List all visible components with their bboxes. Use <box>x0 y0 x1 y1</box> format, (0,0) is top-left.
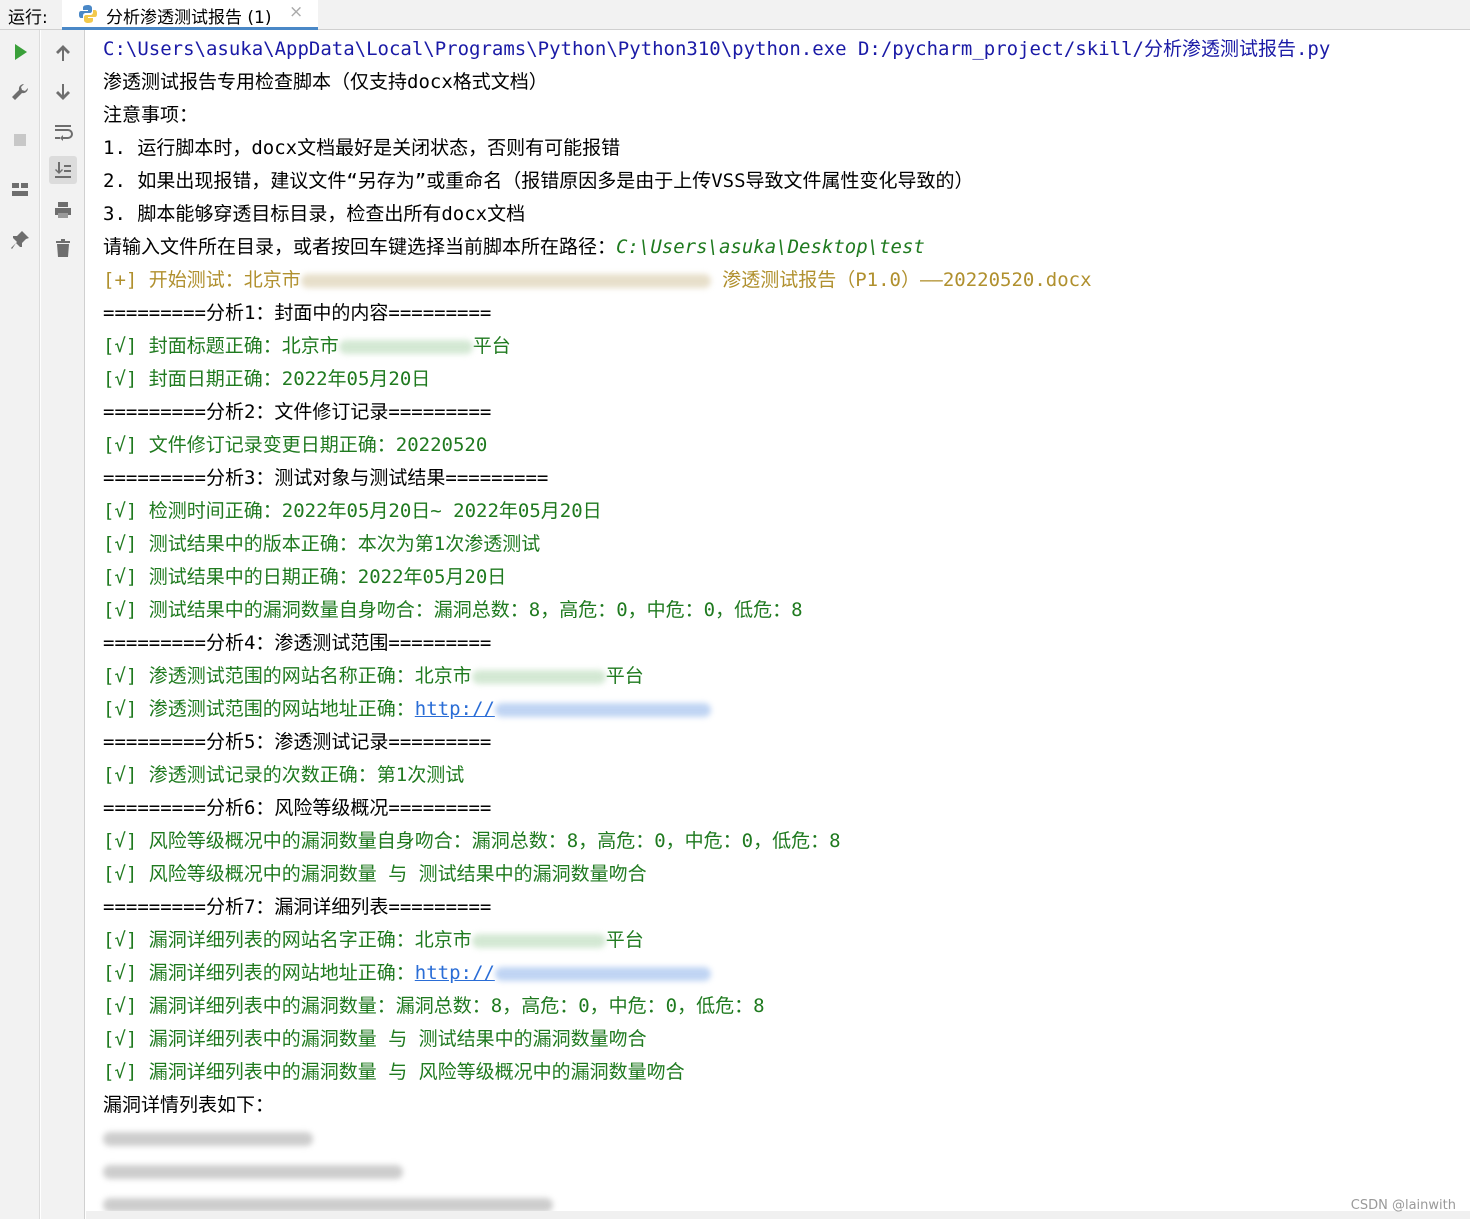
console-line-header: 渗透测试报告专用检查脚本（仅支持docx格式文档） <box>103 71 548 93</box>
redacted-url <box>494 966 711 981</box>
result-cover-title-text: [√] 封面标题正确：北京市 <box>103 335 339 357</box>
list-url-link[interactable]: http:// <box>415 962 495 984</box>
pin-tab-button[interactable] <box>6 226 34 254</box>
section-header-2: =========分析2：文件修订记录========= <box>103 401 492 423</box>
redacted-text <box>300 273 711 288</box>
scroll-to-end-button[interactable] <box>49 156 77 184</box>
section-header-5: =========分析5：渗透测试记录========= <box>103 731 492 753</box>
prompt-input-path: C:\Users\asuka\Desktop\test <box>616 236 925 258</box>
start-prefix: [+] 开始测试：北京市 <box>103 269 301 291</box>
trash-icon <box>56 239 70 257</box>
redacted-text <box>103 1164 403 1179</box>
result-date: [√] 测试结果中的日期正确：2022年05月20日 <box>103 566 507 588</box>
stop-icon <box>14 134 26 146</box>
result-list-match-1: [√] 漏洞详细列表中的漏洞数量 与 测试结果中的漏洞数量吻合 <box>103 1028 647 1050</box>
close-tab-icon[interactable]: × <box>289 2 303 22</box>
edit-config-button[interactable] <box>6 78 34 106</box>
layout-button[interactable] <box>6 176 34 204</box>
redacted-text <box>471 669 606 684</box>
pin-icon <box>11 231 29 249</box>
result-list-url-text: [√] 漏洞详细列表的网站地址正确： <box>103 962 415 984</box>
soft-wrap-button[interactable] <box>49 118 77 146</box>
console-output[interactable]: C:\Users\asuka\AppData\Local\Programs\Py… <box>86 30 1470 1219</box>
arrow-up-icon <box>56 45 70 61</box>
previous-occurrence-button[interactable] <box>49 39 77 67</box>
result-risk-count: [√] 风险等级概况中的漏洞数量自身吻合：漏洞总数：8，高危：0，中危：0，低危… <box>103 830 841 852</box>
result-list-count: [√] 漏洞详细列表中的漏洞数量：漏洞总数：8，高危：0，中危：0，低危：8 <box>103 995 765 1017</box>
result-cover-title: [√] 封面标题正确：北京市 平台 <box>103 330 511 363</box>
section-header-1: =========分析1：封面中的内容========= <box>103 302 492 324</box>
run-label: 运行: <box>8 8 48 28</box>
result-scope-name-text: [√] 渗透测试范围的网站名称正确：北京市 <box>103 665 472 687</box>
redacted-text <box>471 933 606 948</box>
layout-icon <box>12 183 28 196</box>
console-line-start: [+] 开始测试：北京市 渗透测试报告（P1.0）——20220520.docx <box>103 264 1092 297</box>
run-controls-toolbar <box>0 30 40 1219</box>
result-check-time: [√] 检测时间正确：2022年05月20日~ 2022年05月20日 <box>103 500 602 522</box>
result-list-name-tail: 平台 <box>605 929 644 951</box>
rerun-button[interactable] <box>6 38 34 66</box>
print-icon <box>55 202 71 218</box>
horizontal-scrollbar[interactable] <box>86 1211 1470 1219</box>
redacted-text <box>103 1131 313 1146</box>
section-header-4: =========分析4：渗透测试范围========= <box>103 632 492 654</box>
console-actions-toolbar <box>41 30 85 1219</box>
result-list-match-2: [√] 漏洞详细列表中的漏洞数量 与 风险等级概况中的漏洞数量吻合 <box>103 1061 685 1083</box>
section-header-7: =========分析7：漏洞详细列表========= <box>103 896 492 918</box>
scroll-to-end-icon <box>55 162 71 178</box>
section-header-3: =========分析3：测试对象与测试结果========= <box>103 467 549 489</box>
prompt-text: 请输入文件所在目录，或者按回车键选择当前脚本所在路径： <box>103 236 617 258</box>
console-line-note-2: 2. 如果出现报错，建议文件“另存为”或重命名（报错原因多是由于上传VSS导致文… <box>103 170 974 192</box>
result-vuln-count: [√] 测试结果中的漏洞数量自身吻合：漏洞总数：8，高危：0，中危：0，低危：8 <box>103 599 803 621</box>
result-scope-url-text: [√] 渗透测试范围的网站地址正确： <box>103 698 415 720</box>
result-cover-date: [√] 封面日期正确：2022年05月20日 <box>103 368 431 390</box>
next-occurrence-button[interactable] <box>49 78 77 106</box>
result-cover-title-tail: 平台 <box>472 335 511 357</box>
arrow-down-icon <box>56 84 70 100</box>
clear-all-button[interactable] <box>49 234 77 262</box>
detail-list-title: 漏洞详情列表如下： <box>103 1094 275 1116</box>
run-tool-window-header: 运行: 分析渗透测试报告 (1) × <box>0 0 1470 30</box>
run-icon <box>15 44 27 60</box>
redacted-url <box>494 702 711 717</box>
command-line: C:\Users\asuka\AppData\Local\Programs\Py… <box>103 38 1331 60</box>
python-icon <box>79 5 97 23</box>
wrench-icon <box>12 83 29 100</box>
scope-url-link[interactable]: http:// <box>415 698 495 720</box>
result-record-count: [√] 渗透测试记录的次数正确：第1次测试 <box>103 764 465 786</box>
console-line-note-3: 3. 脚本能够穿透目标目录，检查出所有docx文档 <box>103 203 526 225</box>
redacted-text <box>338 339 473 354</box>
redacted-detail-row <box>103 1122 313 1155</box>
result-list-url: [√] 漏洞详细列表的网站地址正确：http:// <box>103 957 711 990</box>
result-list-name-text: [√] 漏洞详细列表的网站名字正确：北京市 <box>103 929 472 951</box>
result-version: [√] 测试结果中的版本正确：本次为第1次渗透测试 <box>103 533 541 555</box>
soft-wrap-icon <box>55 125 73 141</box>
start-suffix: 渗透测试报告（P1.0）——20220520.docx <box>710 269 1092 291</box>
console-line-note-1: 1. 运行脚本时，docx文档最好是关闭状态，否则有可能报错 <box>103 137 621 159</box>
redacted-detail-row <box>103 1155 403 1188</box>
result-revision-date: [√] 文件修订记录变更日期正确：20220520 <box>103 434 488 456</box>
console-line-notes-title: 注意事项： <box>103 104 199 126</box>
result-scope-name-tail: 平台 <box>605 665 644 687</box>
result-risk-match: [√] 风险等级概况中的漏洞数量 与 测试结果中的漏洞数量吻合 <box>103 863 647 885</box>
run-tab-title: 分析渗透测试报告 (1) <box>106 8 272 28</box>
console-line-prompt: 请输入文件所在目录，或者按回车键选择当前脚本所在路径：C:\Users\asuk… <box>103 231 925 264</box>
section-header-6: =========分析6：风险等级概况========= <box>103 797 492 819</box>
watermark: CSDN @lainwith <box>1350 1198 1456 1213</box>
redacted-text <box>103 1197 553 1212</box>
result-scope-url: [√] 渗透测试范围的网站地址正确：http:// <box>103 693 711 726</box>
result-scope-name: [√] 渗透测试范围的网站名称正确：北京市 平台 <box>103 660 644 693</box>
result-list-name: [√] 漏洞详细列表的网站名字正确：北京市 平台 <box>103 924 644 957</box>
run-config-tab[interactable]: 分析渗透测试报告 (1) × <box>62 0 318 30</box>
print-button[interactable] <box>49 196 77 224</box>
stop-button[interactable] <box>6 126 34 154</box>
